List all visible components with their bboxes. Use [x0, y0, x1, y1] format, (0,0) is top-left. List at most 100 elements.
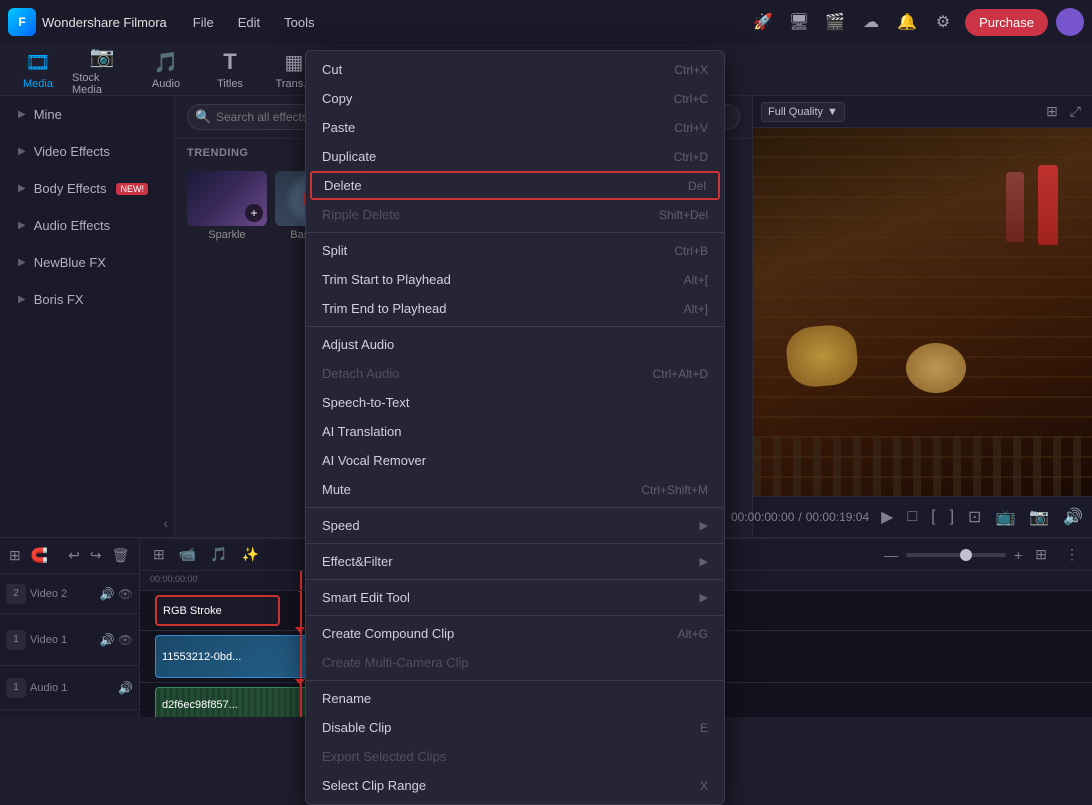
track-v2-eye[interactable]: 👁 [118, 587, 133, 601]
ctx-paste[interactable]: Paste Ctrl+V [306, 113, 724, 142]
fx-track-icon[interactable]: ✨ [237, 543, 264, 566]
sidebar-item-boris-fx[interactable]: ▶ Boris FX [4, 282, 170, 317]
grid-view-icon[interactable]: ⊞ [1043, 100, 1061, 123]
ctx-smart-edit[interactable]: Smart Edit Tool ▶ [306, 583, 724, 612]
ae-arrow: ▶ [18, 220, 26, 231]
ctx-trim-start[interactable]: Trim Start to Playhead Alt+[ [306, 265, 724, 294]
tl-redo-icon[interactable]: ↪ [87, 544, 105, 567]
tab-audio[interactable]: 🎵 Audio [136, 47, 196, 93]
ctx-rename[interactable]: Rename [306, 684, 724, 713]
sidebar-item-mine[interactable]: ▶ Mine [4, 97, 170, 132]
video-track-icon[interactable]: 📹 [174, 543, 201, 566]
purchase-button[interactable]: Purchase [965, 9, 1048, 36]
ctx-te-label: Trim End to Playhead [322, 301, 447, 316]
ctx-ai-translation[interactable]: AI Translation [306, 417, 724, 446]
sidebar-item-video-effects[interactable]: ▶ Video Effects [4, 134, 170, 169]
ctx-speed[interactable]: Speed ▶ [306, 511, 724, 540]
tab-stock-media[interactable]: 📷 Stock Media [72, 47, 132, 93]
ctx-disable[interactable]: Disable Clip E [306, 713, 724, 742]
bell-icon[interactable]: 🔔 [893, 8, 921, 36]
sidebar-collapse-btn[interactable]: ‹ [0, 509, 174, 537]
audio-track-icon[interactable]: 🎵 [205, 543, 232, 566]
track-a1-speaker[interactable]: 🔊 [118, 681, 133, 695]
zoom-thumb[interactable] [960, 549, 972, 561]
square-button[interactable]: □ [903, 504, 921, 530]
ctx-select-range[interactable]: Select Clip Range X [306, 771, 724, 800]
track-v1-speaker[interactable]: 🔊 [100, 633, 115, 647]
ctx-ef-arrow: ▶ [700, 555, 708, 568]
ctx-trim-end[interactable]: Trim End to Playhead Alt+] [306, 294, 724, 323]
volume-icon[interactable]: 🔊 [1059, 503, 1087, 531]
clip-icon[interactable]: ⊡ [964, 503, 985, 531]
fullscreen-icon[interactable]: ⤢ [1067, 100, 1084, 123]
film-icon[interactable]: 🎬 [821, 8, 849, 36]
ctx-export: Export Selected Clips [306, 742, 724, 771]
ctx-split-shortcut: Ctrl+B [674, 244, 708, 258]
grid-tl-icon[interactable]: ⊞ [1030, 543, 1052, 566]
cloud-icon[interactable]: ☁ [857, 8, 885, 36]
titles-icon: T [223, 49, 236, 75]
sidebar-item-audio-effects[interactable]: ▶ Audio Effects [4, 208, 170, 243]
bracket-right-icon[interactable]: ] [946, 504, 958, 530]
clip-rgb-stroke[interactable]: RGB Stroke [155, 595, 280, 626]
ctx-split[interactable]: Split Ctrl+B [306, 236, 724, 265]
tl-layout-icon[interactable]: ⊞ [6, 544, 24, 567]
monitor-icon[interactable]: 🖥 [785, 8, 813, 36]
rocket-icon[interactable]: 🚀 [749, 8, 777, 36]
ctx-multi-cam: Create Multi-Camera Clip [306, 648, 724, 677]
settings-tl-icon[interactable]: ⋮ [1060, 543, 1084, 566]
ctx-ai-vocal[interactable]: AI Vocal Remover [306, 446, 724, 475]
quality-select[interactable]: Full Quality ▼ [761, 102, 845, 122]
zoom-slider[interactable] [906, 553, 1006, 557]
play-button[interactable]: ▶ [877, 503, 897, 531]
preview-area: Full Quality ▼ ⊞ ⤢ [752, 96, 1092, 537]
sparkle-add-btn[interactable]: + [245, 204, 263, 222]
ctx-effect-filter[interactable]: Effect&Filter ▶ [306, 547, 724, 576]
playhead-v1 [300, 631, 302, 682]
add-track-icon[interactable]: ⊞ [148, 543, 170, 566]
ctx-cut[interactable]: Cut Ctrl+X [306, 55, 724, 84]
bracket-left-icon[interactable]: [ [927, 504, 939, 530]
ctx-dup-label: Duplicate [322, 149, 376, 164]
mine-arrow: ▶ [18, 109, 26, 120]
sidebar-item-body-effects[interactable]: ▶ Body Effects NEW! [4, 171, 170, 206]
camera-icon[interactable]: 📷 [1025, 503, 1053, 531]
ctx-cut-label: Cut [322, 62, 342, 77]
screen-icon[interactable]: 📺 [991, 503, 1019, 531]
menu-tools[interactable]: Tools [274, 9, 324, 36]
track-v2-speaker[interactable]: 🔊 [100, 587, 115, 601]
ctx-mute[interactable]: Mute Ctrl+Shift+M [306, 475, 724, 504]
logo-area: F Wondershare Filmora [8, 8, 167, 36]
track-v1-eye[interactable]: 👁 [118, 633, 133, 647]
clip-rgb-label: RGB Stroke [163, 605, 222, 617]
ctx-paste-label: Paste [322, 120, 355, 135]
ctx-sep2 [306, 326, 724, 327]
tl-magnet-icon[interactable]: 🧲 [28, 544, 51, 567]
ctx-adjust-audio[interactable]: Adjust Audio [306, 330, 724, 359]
zoom-minus-icon[interactable]: — [884, 547, 898, 563]
effect-card-sparkle[interactable]: + Sparkle [187, 171, 267, 241]
clip-video1-label: 11553212-0bd... [162, 651, 241, 663]
tl-undo-icon[interactable]: ↩ [65, 544, 83, 567]
ctx-speech-to-text[interactable]: Speech-to-Text [306, 388, 724, 417]
sidebar-item-newblue-fx[interactable]: ▶ NewBlue FX [4, 245, 170, 280]
zoom-plus-icon[interactable]: + [1014, 547, 1022, 563]
ctx-speed-label: Speed [322, 518, 360, 533]
app-logo: F [8, 8, 36, 36]
ctx-duplicate[interactable]: Duplicate Ctrl+D [306, 142, 724, 171]
ctx-ait-label: AI Translation [322, 424, 402, 439]
time-sep: / [798, 510, 801, 524]
menu-file[interactable]: File [183, 9, 224, 36]
tl-delete-icon[interactable]: 🗑 [109, 544, 133, 567]
time-display: 00:00:00:00 / 00:00:19:04 [731, 510, 869, 524]
grid-icon[interactable]: ⚙ [929, 8, 957, 36]
avatar[interactable] [1056, 8, 1084, 36]
tab-media[interactable]: 🎞 Media [8, 47, 68, 93]
tab-titles[interactable]: T Titles [200, 47, 260, 93]
preview-video [753, 128, 1092, 496]
ctx-delete[interactable]: Delete Del [310, 171, 720, 200]
ctx-compound[interactable]: Create Compound Clip Alt+G [306, 619, 724, 648]
audio-icon: 🎵 [154, 50, 179, 75]
ctx-copy[interactable]: Copy Ctrl+C [306, 84, 724, 113]
menu-edit[interactable]: Edit [228, 9, 270, 36]
